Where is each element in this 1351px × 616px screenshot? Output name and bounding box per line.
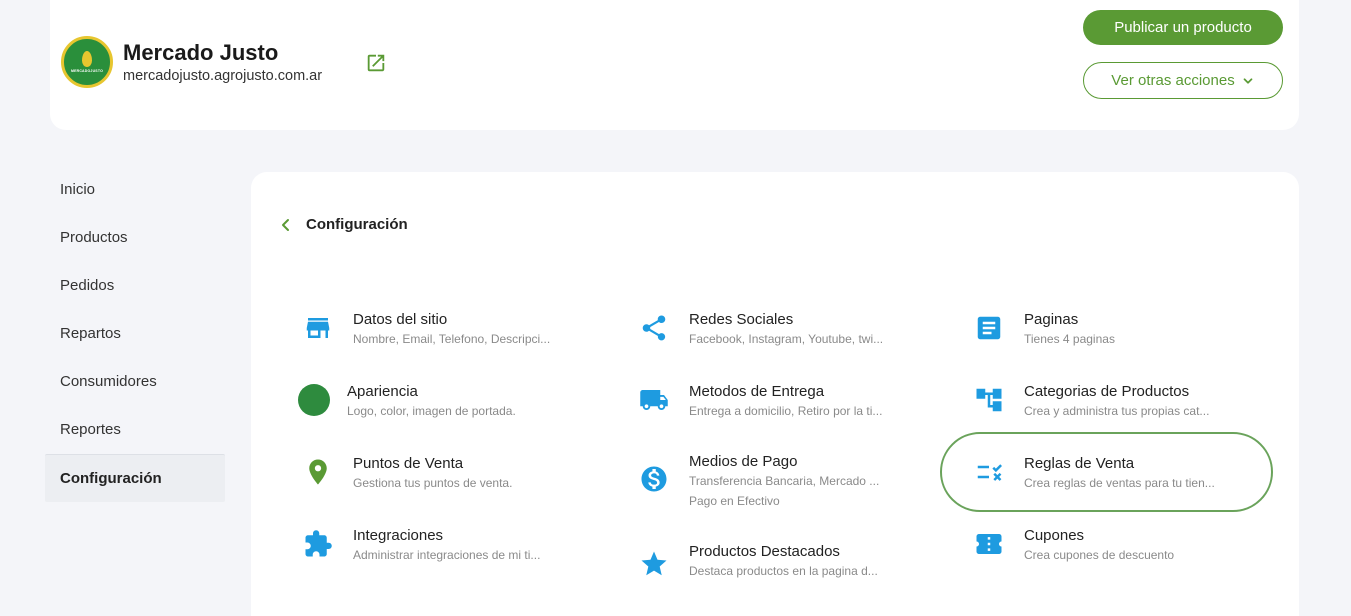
option-subtitle: Tienes 4 paginas xyxy=(1024,332,1115,346)
option-subtitle: Destaca productos en la pagina d... xyxy=(689,564,878,578)
option-title: Metodos de Entrega xyxy=(689,383,825,400)
option-title: Cupones xyxy=(1024,527,1085,544)
sidebar-item-reportes[interactable]: Reportes xyxy=(45,405,225,453)
option-subtitle: Nombre, Email, Telefono, Descripci... xyxy=(353,332,551,346)
store-url: mercadojusto.agrojusto.com.ar xyxy=(123,68,323,84)
option-cupones[interactable]: Cupones Crea cupones de descuento xyxy=(972,527,1272,587)
settings-panel: Configuración Datos del sitio Nombre, Em… xyxy=(251,172,1299,616)
store-name: Mercado Justo xyxy=(123,40,279,65)
option-puntos-de-venta[interactable]: Puntos de Venta Gestiona tus puntos de v… xyxy=(301,455,601,515)
share-icon xyxy=(637,311,671,345)
sidebar-item-inicio[interactable]: Inicio xyxy=(45,165,225,213)
option-subtitle: Crea cupones de descuento xyxy=(1024,548,1175,562)
leaf-icon xyxy=(82,51,92,67)
sidebar-item-repartos[interactable]: Repartos xyxy=(45,309,225,357)
option-integraciones[interactable]: Integraciones Administrar integraciones … xyxy=(301,527,601,587)
sidebar-item-pedidos[interactable]: Pedidos xyxy=(45,261,225,309)
star-icon xyxy=(637,547,671,581)
publish-product-button[interactable]: Publicar un producto xyxy=(1083,10,1283,45)
option-subtitle: Administrar integraciones de mi ti... xyxy=(353,548,541,562)
option-title: Puntos de Venta xyxy=(353,455,464,472)
page-title: Configuración xyxy=(306,216,408,233)
document-icon xyxy=(972,311,1006,345)
option-reglas-de-venta[interactable]: Reglas de Venta Crea reglas de ventas pa… xyxy=(972,455,1272,515)
sidebar-nav: Inicio Productos Pedidos Repartos Consum… xyxy=(45,165,225,502)
sidebar-item-configuracion[interactable]: Configuración xyxy=(45,454,225,502)
option-paginas[interactable]: Paginas Tienes 4 paginas xyxy=(972,311,1272,371)
color-circle-icon xyxy=(297,383,331,417)
logo-text: MERCADOJUSTO xyxy=(70,69,104,73)
store-icon xyxy=(301,311,335,345)
option-title: Categorias de Productos xyxy=(1024,383,1190,400)
store-logo: MERCADOJUSTO xyxy=(61,36,113,88)
external-link-icon[interactable] xyxy=(365,52,387,74)
option-productos-destacados[interactable]: Productos Destacados Destaca productos e… xyxy=(637,543,937,603)
puzzle-icon xyxy=(301,527,335,561)
option-title: Integraciones xyxy=(353,527,444,544)
sidebar-item-productos[interactable]: Productos xyxy=(45,213,225,261)
rules-icon xyxy=(972,455,1006,489)
option-medios-de-pago[interactable]: Medios de Pago Transferencia Bancaria, M… xyxy=(637,453,937,513)
option-subtitle: Facebook, Instagram, Youtube, twi... xyxy=(689,332,884,346)
chevron-down-icon xyxy=(1243,77,1253,84)
option-title: Apariencia xyxy=(347,383,418,400)
option-metodos-de-entrega[interactable]: Metodos de Entrega Entrega a domicilio, … xyxy=(637,383,937,443)
option-title: Reglas de Venta xyxy=(1024,455,1135,472)
option-subtitle: Transferencia Bancaria, Mercado ... xyxy=(689,474,880,488)
coupon-icon xyxy=(972,527,1006,561)
option-redes-sociales[interactable]: Redes Sociales Facebook, Instagram, Yout… xyxy=(637,311,937,371)
option-subtitle: Entrega a domicilio, Retiro por la ti... xyxy=(689,404,883,418)
option-title: Productos Destacados xyxy=(689,543,840,560)
option-subtitle: Crea reglas de ventas para tu tien... xyxy=(1024,476,1215,490)
option-datos-del-sitio[interactable]: Datos del sitio Nombre, Email, Telefono,… xyxy=(301,311,601,371)
category-tree-icon xyxy=(972,383,1006,417)
option-subtitle: Logo, color, imagen de portada. xyxy=(347,404,516,418)
dollar-icon xyxy=(637,462,671,496)
option-categorias-de-productos[interactable]: Categorias de Productos Crea y administr… xyxy=(972,383,1272,443)
more-actions-label: Ver otras acciones xyxy=(1111,72,1235,89)
option-title: Paginas xyxy=(1024,311,1079,328)
more-actions-button[interactable]: Ver otras acciones xyxy=(1083,62,1283,99)
option-subtitle: Crea y administra tus propias cat... xyxy=(1024,404,1210,418)
option-apariencia[interactable]: Apariencia Logo, color, imagen de portad… xyxy=(297,383,597,443)
back-chevron-icon[interactable] xyxy=(279,217,293,233)
location-pin-icon xyxy=(301,455,335,489)
option-title: Medios de Pago xyxy=(689,453,798,470)
option-subtitle-extra: Pago en Efectivo xyxy=(689,494,780,508)
option-subtitle: Gestiona tus puntos de venta. xyxy=(353,476,513,490)
truck-icon xyxy=(637,383,671,417)
option-title: Datos del sitio xyxy=(353,311,448,328)
store-header: MERCADOJUSTO Mercado Justo mercadojusto.… xyxy=(50,0,1299,130)
option-title: Redes Sociales xyxy=(689,311,794,328)
sidebar-item-consumidores[interactable]: Consumidores xyxy=(45,357,225,405)
